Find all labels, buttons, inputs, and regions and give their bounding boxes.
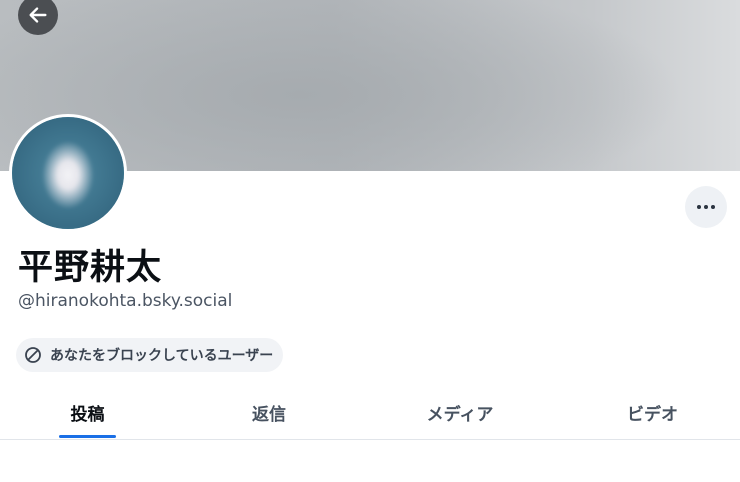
ban-icon <box>24 346 42 364</box>
tab-media[interactable]: メディア <box>390 385 530 439</box>
tab-replies[interactable]: 返信 <box>200 385 338 439</box>
blocked-by-user-badge: あなたをブロックしているユーザー <box>16 338 284 372</box>
profile-tabs: 投稿 返信 メディア ビデオ <box>0 385 740 440</box>
profile-page: 平野耕太 @hiranokohta.bsky.social あなたをブロックして… <box>0 0 740 482</box>
more-options-button[interactable] <box>685 186 727 228</box>
tab-videos[interactable]: ビデオ <box>585 385 720 439</box>
more-horizontal-icon <box>697 205 715 209</box>
handle: @hiranokohta.bsky.social <box>18 291 233 311</box>
tab-posts[interactable]: 投稿 <box>20 385 155 439</box>
display-name: 平野耕太 <box>18 248 163 288</box>
blocked-badge-label: あなたをブロックしているユーザー <box>50 348 274 364</box>
avatar-image <box>12 117 124 229</box>
arrow-left-icon <box>29 7 47 23</box>
avatar[interactable] <box>9 114 127 232</box>
active-tab-indicator <box>59 435 116 438</box>
